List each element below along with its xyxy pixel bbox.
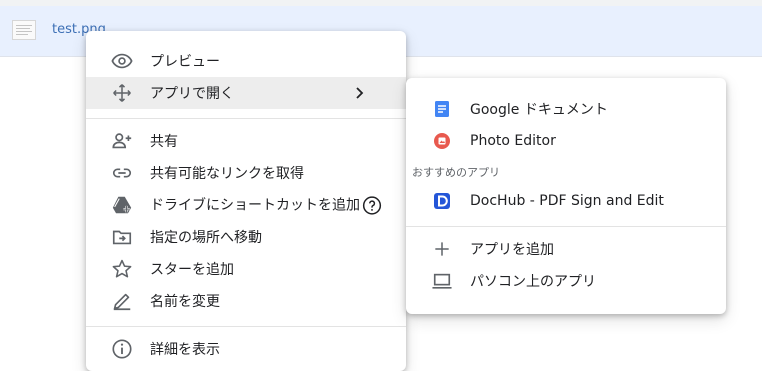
chevron-right-icon [352,85,368,101]
menu-item-get-link[interactable]: 共有可能なリンクを取得 [86,157,406,189]
pencil-icon [110,289,134,313]
move-to-folder-icon [110,225,134,249]
menu-item-label: プレビュー [150,54,220,70]
context-menu: プレビュー アプリで開く 共有 共有可能なリンクを取得 ドライブにショートカット… [86,31,406,371]
open-with-icon [110,81,134,105]
menu-item-add-star[interactable]: スターを追加 [86,253,406,285]
computer-apps-label: パソコン上のアプリ [470,274,596,290]
computer-apps-item[interactable]: パソコン上のアプリ [406,265,726,297]
menu-item-label: スターを追加 [150,262,234,278]
open-with-submenu: Google ドキュメント Photo Editor おすすめのアプリ DocH… [406,78,726,314]
suggested-apps-heading: おすすめのアプリ [412,166,500,179]
app-label: Google ドキュメント [470,102,608,118]
menu-item-label: アプリで開く [150,86,234,102]
menu-item-open-with[interactable]: アプリで開く [86,77,406,109]
plus-icon [430,237,454,261]
menu-item-label: 指定の場所へ移動 [150,230,262,246]
menu-divider [86,118,406,119]
menu-divider [406,226,726,227]
person-add-icon [110,129,134,153]
app-label: Photo Editor [470,133,556,149]
file-thumbnail [12,20,36,40]
dochub-icon [430,189,454,213]
menu-item-rename[interactable]: 名前を変更 [86,285,406,317]
drive-shortcut-icon [110,193,134,217]
eye-icon [110,49,134,73]
app-dochub[interactable]: DocHub - PDF Sign and Edit [406,185,726,217]
menu-item-preview[interactable]: プレビュー [86,45,406,77]
info-icon [110,337,134,361]
google-docs-icon [430,97,454,121]
app-google-docs[interactable]: Google ドキュメント [406,93,726,125]
app-photo-editor[interactable]: Photo Editor [406,125,726,157]
help-icon[interactable] [362,196,382,216]
menu-item-label: 共有 [150,134,178,150]
photo-editor-icon [430,129,454,153]
laptop-icon [430,269,454,293]
menu-item-details[interactable]: 詳細を表示 [86,333,406,365]
menu-item-label: 共有可能なリンクを取得 [150,166,304,182]
menu-item-label: ドライブにショートカットを追加 [150,195,382,216]
star-outline-icon [110,257,134,281]
menu-item-add-shortcut[interactable]: ドライブにショートカットを追加 [86,189,406,221]
menu-item-label: 詳細を表示 [150,342,220,358]
menu-item-move[interactable]: 指定の場所へ移動 [86,221,406,253]
app-label: DocHub - PDF Sign and Edit [470,193,664,209]
menu-divider [86,326,406,327]
add-app-item[interactable]: アプリを追加 [406,233,726,265]
add-app-label: アプリを追加 [470,242,554,258]
menu-item-share[interactable]: 共有 [86,125,406,157]
link-icon [110,161,134,185]
menu-item-label: 名前を変更 [150,294,220,310]
